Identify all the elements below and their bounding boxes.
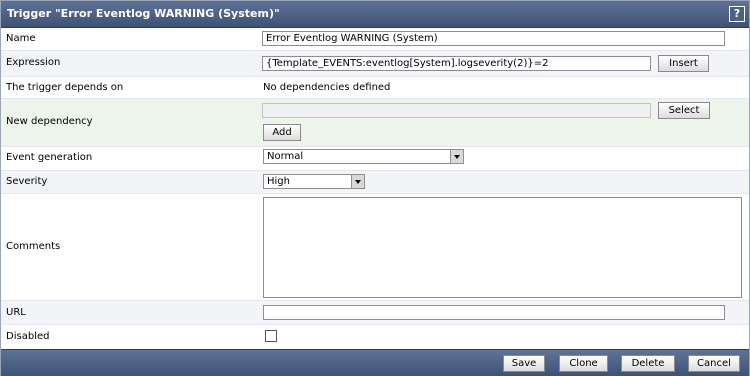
expression-input[interactable]: {Template_EVENTS:eventlog[System].logsev… — [262, 56, 651, 71]
severity-label: Severity — [6, 176, 48, 187]
delete-button[interactable]: Delete — [621, 355, 675, 372]
disabled-checkbox[interactable] — [265, 330, 277, 342]
select-button[interactable]: Select — [658, 102, 710, 119]
comments-label: Comments — [6, 241, 61, 252]
row-name: Name Error Eventlog WARNING (System) — [1, 28, 749, 51]
clone-button[interactable]: Clone — [559, 355, 608, 372]
event-generation-value: Normal — [267, 151, 304, 162]
dialog-title: Trigger "Error Eventlog WARNING (System)… — [7, 7, 280, 20]
row-expression: Expression {Template_EVENTS:eventlog[Sys… — [1, 51, 749, 77]
add-button[interactable]: Add — [263, 124, 301, 141]
severity-value: High — [267, 176, 290, 187]
expression-label: Expression — [6, 57, 61, 68]
chevron-down-icon[interactable] — [351, 175, 364, 188]
trigger-dialog: Trigger "Error Eventlog WARNING (System)… — [0, 0, 750, 376]
insert-button[interactable]: Insert — [658, 55, 709, 72]
row-dependencies: The trigger depends on No dependencies d… — [1, 77, 749, 99]
row-disabled: Disabled — [1, 325, 749, 348]
button-bar: Save Clone Delete Cancel — [1, 349, 749, 376]
row-comments: Comments — [1, 194, 749, 301]
new-dependency-input[interactable] — [262, 103, 651, 118]
url-label: URL — [6, 307, 26, 318]
comments-textarea[interactable] — [263, 197, 742, 298]
severity-select[interactable]: High — [263, 174, 365, 189]
help-icon[interactable]: ? — [729, 6, 745, 22]
disabled-label: Disabled — [6, 331, 50, 342]
name-input[interactable]: Error Eventlog WARNING (System) — [262, 31, 725, 46]
cancel-button[interactable]: Cancel — [688, 355, 740, 372]
new-dependency-label: New dependency — [6, 116, 93, 127]
depends-value: No dependencies defined — [263, 82, 391, 93]
event-generation-label: Event generation — [6, 152, 93, 163]
row-event-generation: Event generation Normal — [1, 147, 749, 171]
title-bar: Trigger "Error Eventlog WARNING (System)… — [1, 1, 749, 28]
depends-label: The trigger depends on — [6, 82, 124, 93]
row-severity: Severity High — [1, 171, 749, 194]
row-new-dependency: New dependency Select Add — [1, 99, 749, 147]
chevron-down-icon[interactable] — [450, 150, 463, 163]
save-button[interactable]: Save — [503, 355, 545, 372]
url-input[interactable] — [263, 305, 725, 320]
name-label: Name — [6, 33, 36, 44]
row-url: URL — [1, 301, 749, 325]
event-generation-select[interactable]: Normal — [263, 149, 464, 164]
